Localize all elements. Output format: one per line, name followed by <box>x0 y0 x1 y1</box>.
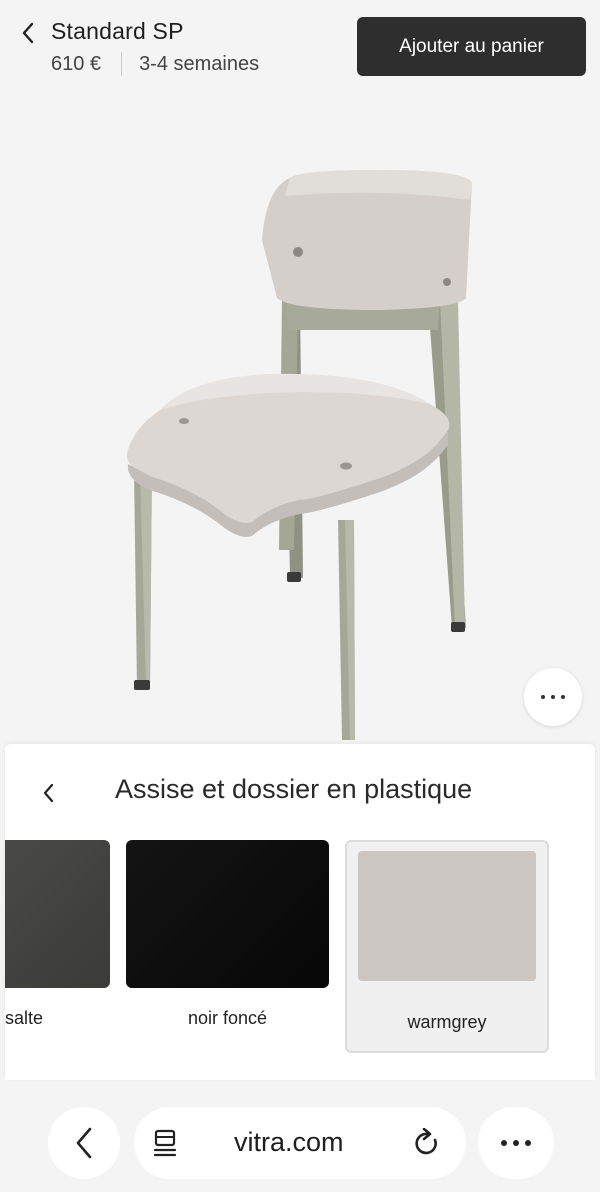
product-meta: 610 € 3-4 semaines <box>51 52 259 76</box>
swatch-color <box>358 851 536 981</box>
swatch-label: salte <box>5 1008 44 1028</box>
browser-back-button[interactable] <box>48 1107 120 1179</box>
chevron-left-icon <box>43 783 54 803</box>
material-options-panel: Assise et dossier en plastique salte noi… <box>5 744 595 1080</box>
product-header: Standard SP 610 € 3-4 semaines Ajouter a… <box>0 0 600 100</box>
tabs-button[interactable] <box>148 1126 182 1160</box>
add-to-cart-button[interactable]: Ajouter au panier <box>357 17 586 76</box>
chevron-left-icon <box>22 22 34 44</box>
browser-toolbar: vitra.com <box>0 1084 600 1192</box>
address-bar[interactable]: vitra.com <box>134 1107 466 1179</box>
swatch-option-noir-fonce[interactable]: noir foncé <box>126 840 329 1054</box>
swatch-option-basalte[interactable]: salte <box>5 840 115 1054</box>
delivery-time: 3-4 semaines <box>139 52 260 75</box>
panel-back-button[interactable] <box>35 778 63 808</box>
swatch-option-warmgrey-selected[interactable]: warmgrey <box>345 840 549 1053</box>
chair-image[interactable] <box>0 100 600 740</box>
swatch-color <box>5 840 110 988</box>
product-price: 610 € <box>51 52 102 75</box>
browser-menu-button[interactable] <box>478 1107 554 1179</box>
reload-icon <box>415 1128 437 1155</box>
meta-divider <box>121 52 123 76</box>
more-horizontal-icon <box>541 695 565 699</box>
tabs-icon <box>153 1129 177 1157</box>
product-title: Standard SP <box>51 18 184 44</box>
swatch-label: noir foncé <box>187 1008 268 1028</box>
product-image-area <box>0 100 600 740</box>
back-button[interactable] <box>14 18 42 48</box>
chevron-left-icon <box>76 1127 92 1159</box>
more-options-button[interactable] <box>524 668 582 726</box>
panel-title: Assise et dossier en plastique <box>115 774 473 804</box>
more-horizontal-icon <box>501 1140 531 1146</box>
reload-button[interactable] <box>410 1126 444 1160</box>
url-text[interactable]: vitra.com <box>234 1127 344 1158</box>
swatch-label: warmgrey <box>407 1012 487 1032</box>
swatch-color <box>126 840 329 988</box>
